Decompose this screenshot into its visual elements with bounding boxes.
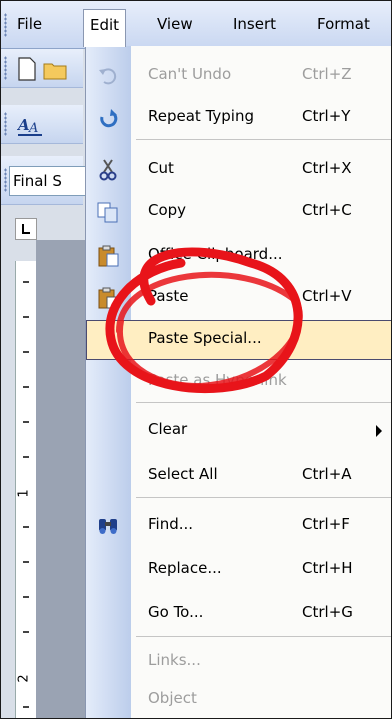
undo-icon bbox=[99, 68, 117, 85]
menu-bar: File Edit View Insert Format bbox=[1, 1, 391, 49]
menu-separator bbox=[136, 402, 391, 403]
menu-item-object[interactable]: Object bbox=[86, 680, 391, 718]
menu-separator bbox=[136, 139, 391, 140]
menu-separator bbox=[136, 497, 391, 498]
menu-item-find[interactable]: Find... Ctrl+F bbox=[86, 506, 391, 546]
binoculars-icon bbox=[99, 519, 117, 534]
clipboard-icon bbox=[98, 245, 119, 267]
word-window: File Edit View Insert Format A A Final S bbox=[0, 0, 392, 719]
menu-item-select-all[interactable]: Select All Ctrl+A bbox=[86, 456, 391, 496]
vertical-ruler: 1 2 bbox=[15, 261, 36, 718]
document-area bbox=[36, 240, 86, 718]
menu-item-go-to[interactable]: Go To... Ctrl+G bbox=[86, 594, 391, 634]
formatting-toolbar: A A bbox=[1, 105, 83, 144]
new-document-icon[interactable] bbox=[17, 57, 37, 81]
ruler-number: 1 bbox=[16, 489, 32, 498]
toolbar-grip[interactable] bbox=[4, 56, 7, 80]
copy-icon bbox=[97, 202, 118, 223]
menu-view[interactable]: View bbox=[151, 9, 199, 39]
menu-format[interactable]: Format bbox=[311, 9, 376, 39]
paste-icon bbox=[98, 287, 118, 309]
menu-item-office-clipboard[interactable]: Office Clipboard... bbox=[86, 236, 391, 276]
menu-file[interactable]: File bbox=[11, 9, 48, 39]
submenu-arrow-icon bbox=[376, 425, 382, 437]
menu-item-paste-special[interactable]: Paste Special... bbox=[86, 320, 391, 360]
toolbar-grip[interactable] bbox=[4, 112, 7, 136]
menu-edit[interactable]: Edit bbox=[83, 9, 127, 47]
svg-text:A: A bbox=[17, 116, 30, 134]
menu-item-links[interactable]: Links... bbox=[86, 642, 391, 682]
menu-item-paste[interactable]: Paste Ctrl+V bbox=[86, 278, 391, 318]
styles-icon[interactable]: A A bbox=[17, 113, 47, 137]
menu-item-clear[interactable]: Clear bbox=[86, 411, 391, 451]
menu-separator bbox=[136, 636, 391, 637]
tab-stop-selector[interactable] bbox=[15, 218, 37, 240]
toolbar-grip[interactable] bbox=[4, 168, 7, 192]
menu-item-replace[interactable]: Replace... Ctrl+H bbox=[86, 550, 391, 590]
edit-menu: Can't Undo Ctrl+Z Repeat Typing Ctrl+Y C… bbox=[85, 46, 391, 718]
menu-insert[interactable]: Insert bbox=[227, 9, 282, 39]
repeat-icon bbox=[100, 109, 118, 128]
menu-item-cut[interactable]: Cut Ctrl+X bbox=[86, 150, 391, 190]
menu-item-repeat-typing[interactable]: Repeat Typing Ctrl+Y bbox=[86, 98, 391, 138]
menu-item-undo[interactable]: Can't Undo Ctrl+Z bbox=[86, 56, 391, 96]
scissors-icon bbox=[99, 159, 117, 181]
svg-text:A: A bbox=[28, 121, 38, 136]
menubar-grip[interactable] bbox=[4, 13, 7, 37]
ruler-number: 2 bbox=[16, 674, 32, 683]
menu-item-paste-as-hyperlink[interactable]: Paste as Hyperlink bbox=[86, 362, 391, 402]
style-dropdown[interactable]: Final S bbox=[9, 166, 88, 196]
standard-toolbar bbox=[1, 49, 83, 88]
open-folder-icon[interactable] bbox=[43, 59, 69, 81]
menu-item-copy[interactable]: Copy Ctrl+C bbox=[86, 192, 391, 232]
